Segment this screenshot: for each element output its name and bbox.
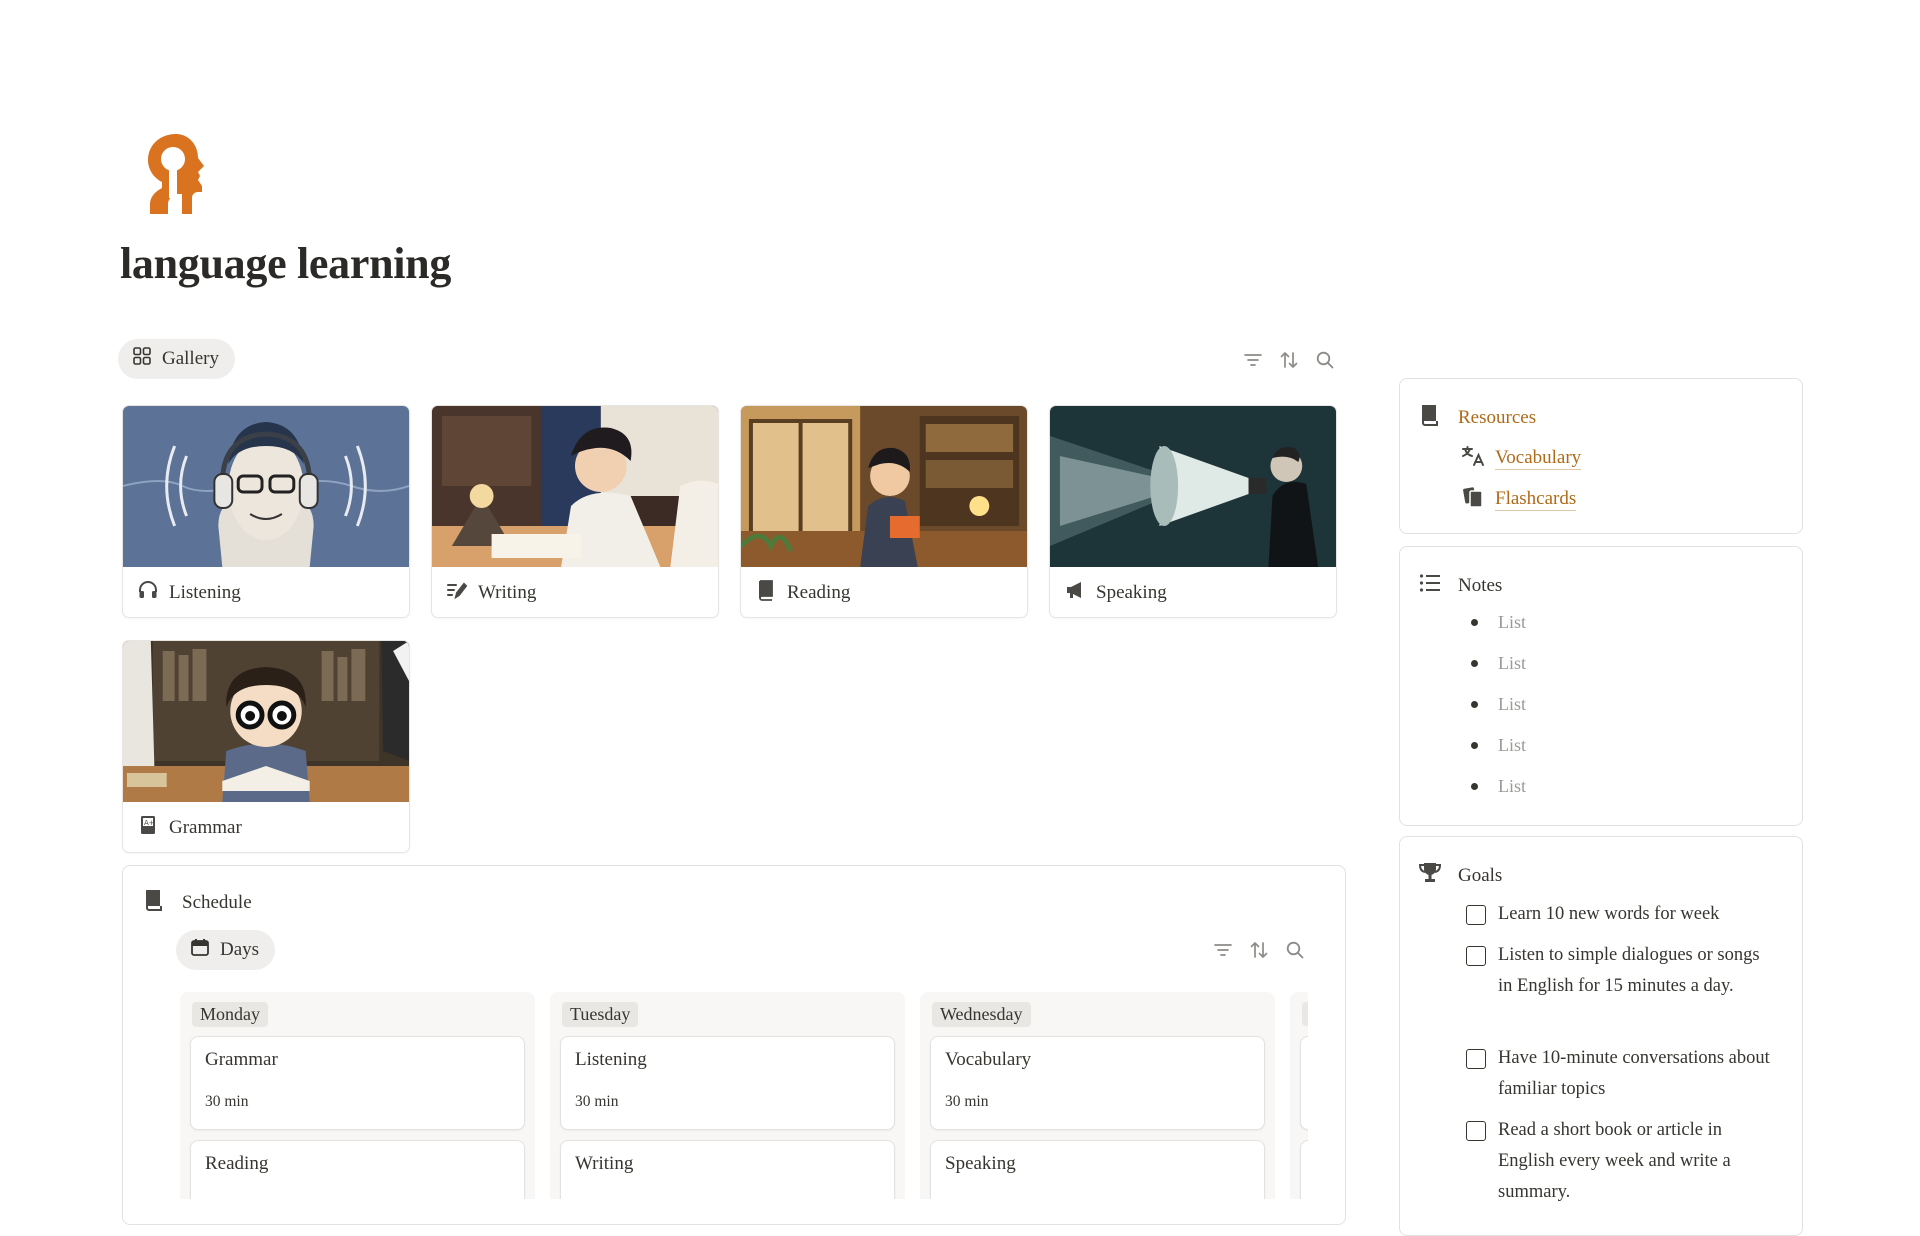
resource-link-vocabulary[interactable]: Vocabulary — [1461, 444, 1582, 473]
goals-header: Goals — [1418, 861, 1502, 891]
task-title: Speaking — [945, 1153, 1016, 1174]
resource-link-flashcards[interactable]: Flashcards — [1461, 485, 1577, 514]
goals-title: Goals — [1458, 865, 1503, 886]
task-card[interactable]: Reading — [190, 1140, 525, 1199]
cards-icon — [1461, 485, 1485, 514]
goal-item: Have 10-minute conversations about famil… — [1466, 1043, 1776, 1105]
board-column-partial — [1290, 992, 1308, 1199]
goal-text: Read a short book or article in English … — [1498, 1120, 1731, 1202]
task-duration: 30 min — [945, 1093, 989, 1110]
gallery-grid-icon — [132, 346, 152, 372]
column-day-label: Tuesday — [562, 1002, 639, 1027]
book-icon — [142, 888, 166, 918]
goal-checkbox[interactable] — [1466, 1121, 1486, 1141]
list-icon — [1418, 571, 1442, 601]
task-card[interactable]: Speaking — [930, 1140, 1265, 1199]
svg-text:A+: A+ — [144, 819, 155, 827]
board-column: Tuesday Listening 30 min Writing — [550, 992, 905, 1199]
goal-text: Listen to simple dialogues or songs in E… — [1498, 945, 1760, 996]
note-item[interactable]: List — [1471, 776, 1526, 797]
goal-text: Have 10-minute conversations about famil… — [1498, 1048, 1770, 1099]
book-icon — [1418, 403, 1442, 433]
trophy-icon — [1418, 861, 1442, 891]
notes-header: Notes — [1418, 571, 1502, 601]
task-title: Writing — [575, 1153, 634, 1174]
note-item[interactable]: List — [1471, 735, 1526, 756]
task-duration: 30 min — [575, 1093, 619, 1110]
note-item[interactable]: List — [1471, 612, 1526, 633]
task-card[interactable] — [1300, 1036, 1308, 1130]
task-duration: 30 min — [205, 1093, 249, 1110]
goal-item: Learn 10 new words for week — [1466, 899, 1776, 930]
goal-item: Read a short book or article in English … — [1466, 1115, 1776, 1208]
board-column: Wednesday Vocabulary 30 min Speaking — [920, 992, 1275, 1199]
resources-panel — [1399, 378, 1803, 534]
search-icon[interactable] — [1314, 349, 1336, 371]
task-title: Reading — [205, 1153, 269, 1174]
task-card[interactable]: Listening 30 min — [560, 1036, 895, 1130]
resources-title: Resources — [1458, 407, 1537, 428]
task-card[interactable]: Writing — [560, 1140, 895, 1199]
headphones-icon — [137, 579, 159, 607]
task-title: Vocabulary — [945, 1049, 1032, 1070]
grade-book-icon: A+ — [137, 814, 159, 842]
note-item[interactable]: List — [1471, 653, 1526, 674]
board-column: Monday Grammar 30 min Reading — [180, 992, 535, 1199]
note-item[interactable]: List — [1471, 694, 1526, 715]
task-card[interactable] — [1300, 1140, 1308, 1199]
goal-checkbox[interactable] — [1466, 905, 1486, 925]
task-card[interactable]: Vocabulary 30 min — [930, 1036, 1265, 1130]
column-day-label: Monday — [192, 1002, 268, 1027]
resource-link-label: Flashcards — [1495, 488, 1577, 511]
board-viewport: Monday Grammar 30 min Reading Tuesday Li… — [180, 0, 1308, 1199]
task-title: Listening — [575, 1049, 647, 1070]
goal-item: Listen to simple dialogues or songs in E… — [1466, 940, 1776, 1002]
column-day-label: Wednesday — [932, 1002, 1031, 1027]
goal-checkbox[interactable] — [1466, 946, 1486, 966]
translate-icon — [1461, 444, 1485, 473]
notes-title: Notes — [1458, 575, 1503, 596]
resource-link-label: Vocabulary — [1495, 447, 1582, 470]
task-card[interactable]: Grammar 30 min — [190, 1036, 525, 1130]
column-day-label-clipped — [1302, 1002, 1308, 1026]
task-title: Grammar — [205, 1049, 278, 1070]
resources-header: Resources — [1418, 403, 1536, 433]
goal-text: Learn 10 new words for week — [1498, 904, 1720, 924]
goal-checkbox[interactable] — [1466, 1049, 1486, 1069]
